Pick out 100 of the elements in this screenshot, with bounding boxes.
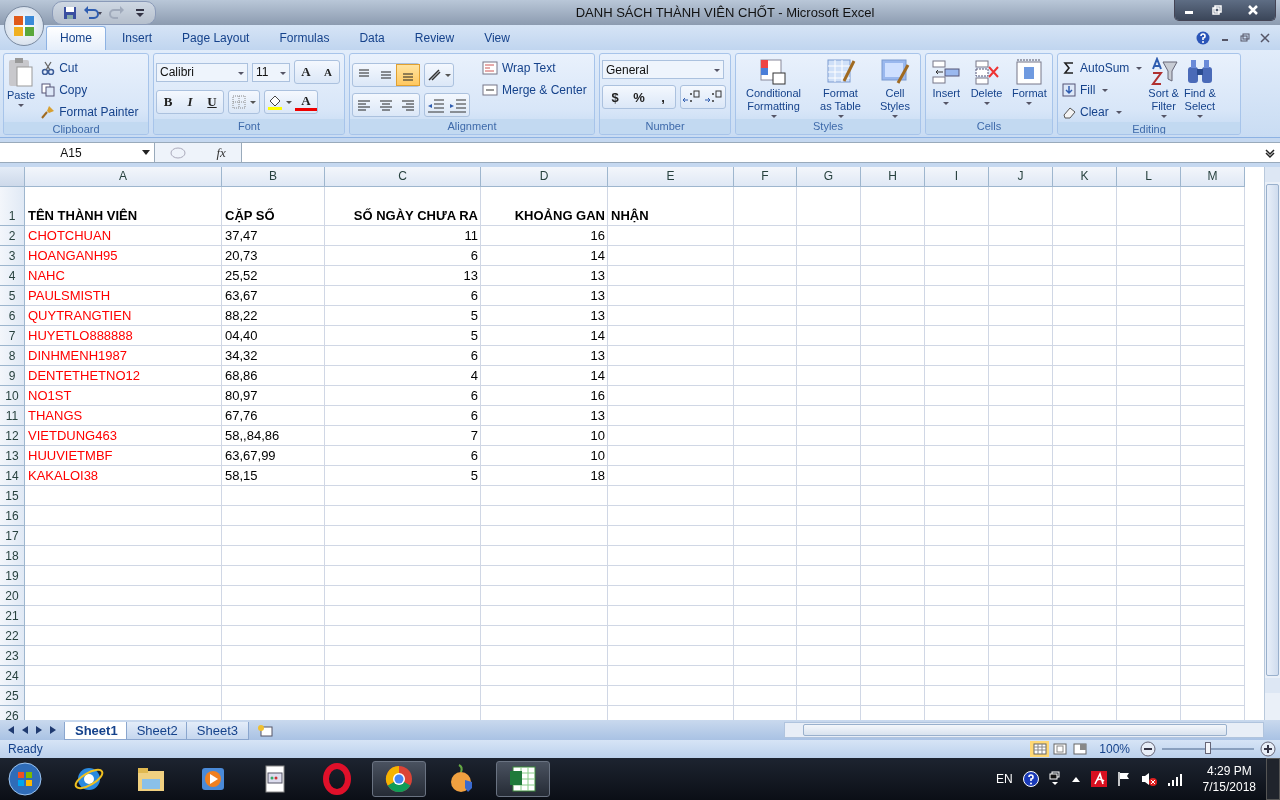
copy-button[interactable]: Copy [39,79,141,100]
customize-icon[interactable] [135,7,145,18]
cut-button[interactable]: Cut [39,57,141,78]
ribbon-tab[interactable]: View [470,26,524,50]
row-header[interactable]: 26 [0,706,25,720]
ribbon-tab[interactable]: Page Layout [168,26,264,50]
save-icon[interactable] [63,5,77,20]
column-header[interactable]: H [861,167,925,187]
row-header[interactable]: 3 [0,246,25,266]
delete-button[interactable]: Delete [969,57,1004,119]
row-header[interactable]: 19 [0,566,25,586]
taskbar-app[interactable] [496,761,550,797]
up-arrow-icon[interactable] [1070,775,1081,783]
expand-icon[interactable] [1264,146,1276,159]
sheet-tab[interactable]: Sheet2 [125,722,189,740]
ribbon-tab[interactable]: Insert [108,26,167,50]
ribbon-tab[interactable]: Formulas [265,26,344,50]
minimize-button[interactable] [1175,0,1203,20]
start-button[interactable] [6,760,44,798]
row-header[interactable]: 5 [0,286,25,306]
column-header[interactable]: M [1181,167,1245,187]
fill-color-icon[interactable] [265,93,295,111]
column-header[interactable]: G [797,167,861,187]
row-header[interactable]: 25 [0,686,25,706]
normal-view-button[interactable] [1030,741,1050,757]
column-header[interactable]: L [1117,167,1181,187]
row-header[interactable]: 10 [0,386,25,406]
row-header[interactable]: 16 [0,506,25,526]
row-header[interactable]: 6 [0,306,25,326]
column-header[interactable]: J [989,167,1053,187]
new-sheet-icon[interactable] [256,724,275,738]
vertical-scrollbar[interactable] [1264,167,1280,720]
bottom-align-button[interactable] [397,65,419,85]
merge-center-button[interactable]: Merge & Center [480,79,594,100]
ribbon-tab[interactable]: Review [400,26,469,50]
clear-button[interactable]: Clear [1060,101,1145,122]
row-header[interactable]: 8 [0,346,25,366]
ribbon-tab[interactable]: Data [345,26,399,50]
row-header[interactable]: 15 [0,486,25,506]
row-header[interactable]: 12 [0,426,25,446]
row-header[interactable]: 1 [0,187,25,226]
find-select-button[interactable]: Find & Select [1182,57,1217,122]
office-button[interactable] [4,6,44,46]
paste-button[interactable]: Paste [6,57,37,122]
column-header[interactable]: I [925,167,989,187]
column-header[interactable]: K [1053,167,1117,187]
row-header[interactable]: 17 [0,526,25,546]
help-icon[interactable] [1022,771,1039,787]
row-header[interactable]: 24 [0,666,25,686]
format-painter-button[interactable]: Format Painter [39,101,141,122]
row-header[interactable]: 9 [0,366,25,386]
clock-time[interactable]: 4:29 PM [1206,763,1252,779]
speaker-muted-icon[interactable] [1140,771,1157,787]
sheet-tab[interactable]: Sheet1 [64,722,129,740]
language-indicator[interactable]: EN [995,772,1013,786]
italic-button[interactable]: I [179,92,201,112]
font-size-field[interactable]: 11 [252,62,290,82]
help-icon[interactable] [1196,30,1210,45]
grow-font-button[interactable]: A [295,62,317,82]
autosum-button[interactable]: AutoSum [1060,57,1145,78]
column-header[interactable]: E [608,167,734,187]
row-header[interactable]: 13 [0,446,25,466]
clock-date[interactable]: 7/15/2018 [1202,779,1256,795]
zoom-level[interactable]: 100% [1099,742,1130,756]
zoom-in-icon[interactable] [1260,741,1276,757]
shrink-font-button[interactable]: A [317,62,339,82]
row-header[interactable]: 4 [0,266,25,286]
undo-icon[interactable] [83,5,103,20]
page-break-view-button[interactable] [1070,741,1090,757]
currency-button[interactable]: $ [603,87,627,107]
ribbon-tab[interactable]: Home [46,26,106,50]
column-header[interactable]: C [325,167,481,187]
sheet-tab[interactable]: Sheet3 [185,722,250,740]
taskbar-app[interactable] [372,761,426,797]
row-header[interactable]: 7 [0,326,25,346]
row-header[interactable]: 18 [0,546,25,566]
cell-styles-button[interactable]: Cell Styles [878,57,911,119]
insert-button[interactable]: Insert [930,57,963,119]
comma-button[interactable]: , [651,87,675,107]
insert-function-button[interactable]: fx [216,144,226,161]
underline-button[interactable]: U [201,92,223,112]
wrap-text-button[interactable]: Wrap Text [480,57,594,78]
decrease-indent-icon[interactable] [425,96,447,114]
increase-indent-icon[interactable] [447,96,469,114]
flag-icon[interactable] [1116,771,1131,787]
zoom-out-icon[interactable] [1140,741,1156,757]
signal-icon[interactable] [1166,772,1183,786]
format-button[interactable]: Format [1010,57,1048,119]
row-header[interactable]: 11 [0,406,25,426]
page-layout-view-button[interactable] [1050,741,1070,757]
bold-button[interactable]: B [157,92,179,112]
horizontal-scrollbar[interactable] [784,722,1264,738]
zoom-slider-thumb[interactable] [1205,742,1211,754]
font-name-field[interactable]: Calibri [156,62,248,82]
sort-filter-button[interactable]: Sort & Filter [1147,57,1180,122]
row-header[interactable]: 14 [0,466,25,486]
number-format-field[interactable]: General [602,60,724,79]
restore-icon[interactable] [1240,32,1250,43]
close-icon[interactable] [1260,32,1270,43]
close-button[interactable] [1231,0,1275,20]
